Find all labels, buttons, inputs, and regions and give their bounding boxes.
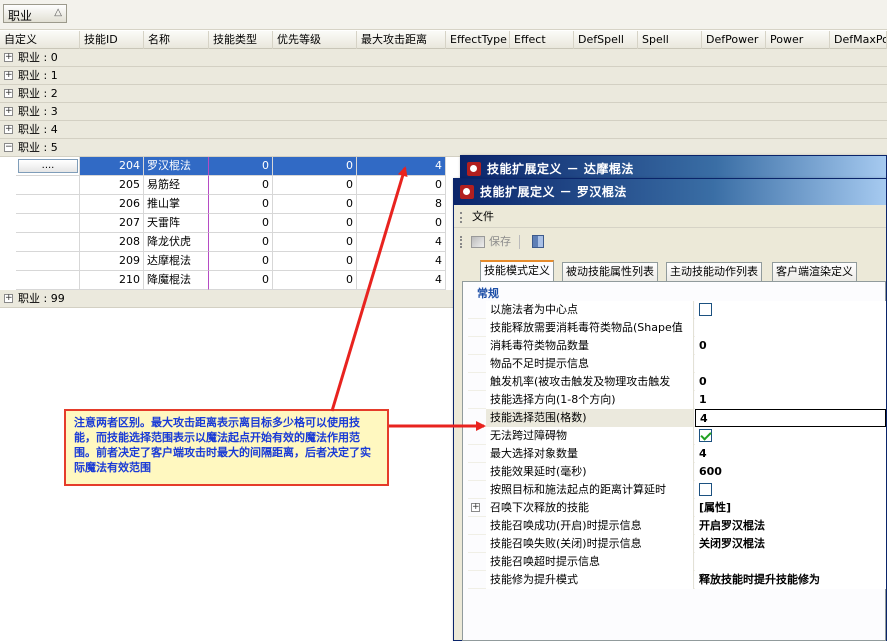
arrow-to-max-range bbox=[330, 166, 408, 412]
annotation-arrows bbox=[330, 166, 486, 431]
